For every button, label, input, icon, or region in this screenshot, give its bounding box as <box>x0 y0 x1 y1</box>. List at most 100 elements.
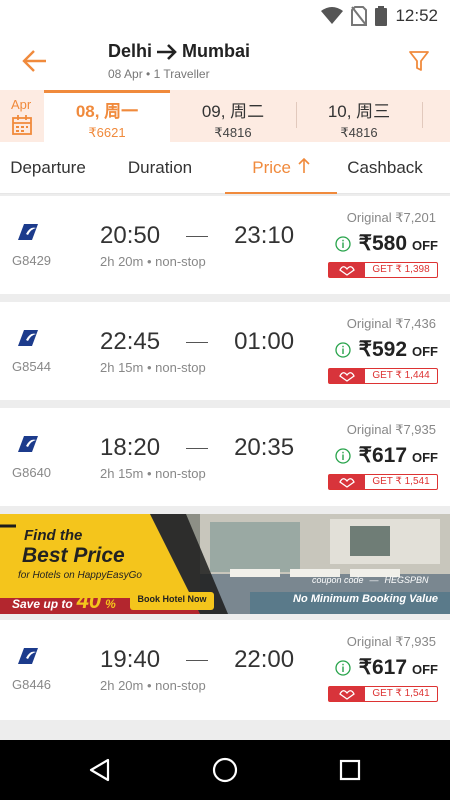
save-percent-sign: % <box>105 597 116 611</box>
flight-number: G8446 <box>12 677 52 692</box>
discounted-price: ₹617 <box>358 444 407 467</box>
info-icon[interactable] <box>334 342 351 358</box>
cashback-text: GET ₹ 1,541 <box>372 476 430 487</box>
flight-duration: 2h 15m • non-stop <box>100 466 206 481</box>
wifi-icon <box>321 7 344 24</box>
date-price: ₹4816 <box>214 125 252 140</box>
flight-times: 22:45 01:00 <box>100 328 294 356</box>
discounted-price: ₹580 <box>358 232 407 255</box>
departure-time: 19:40 <box>100 646 161 673</box>
flight-duration: 2h 20m • non-stop <box>100 254 206 269</box>
arrival-time: 22:00 <box>234 646 295 673</box>
battery-icon <box>375 6 388 26</box>
price-row: ₹617 OFF <box>334 443 438 468</box>
system-nav-bar <box>0 740 450 800</box>
sort-tab-cashback[interactable]: Cashback <box>340 142 430 194</box>
arrival-time: 01:00 <box>234 328 295 355</box>
original-price: Original ₹7,436 <box>346 316 436 331</box>
arrow-right-icon <box>157 43 177 60</box>
banner-save-text: Save up to 40 % <box>12 588 116 613</box>
save-percent: 40 <box>76 588 102 613</box>
clock: 12:52 <box>395 6 438 25</box>
flight-duration: 2h 15m • non-stop <box>100 360 206 375</box>
arrival-time: 23:10 <box>234 222 295 249</box>
destination-city: Mumbai <box>182 41 251 61</box>
off-label: OFF <box>412 344 438 359</box>
cashback-badge: GET ₹ 1,398 <box>328 262 438 278</box>
time-separator <box>186 659 209 661</box>
banner-subtext: for Hotels on HappyEasyGo <box>18 570 142 581</box>
gift-icon <box>329 687 365 701</box>
flight-times: 18:20 20:35 <box>100 434 294 462</box>
date-selector: Apr 08, 周一 ₹6621 09, 周二 ₹4816 10, 周三 ₹48… <box>0 90 450 142</box>
coupon-separator: — <box>369 575 379 585</box>
sort-label: Cashback <box>347 158 423 177</box>
date-tab-10[interactable]: 10, 周三 ₹4816 <box>296 90 422 142</box>
airline-logo-icon <box>18 224 38 240</box>
flight-times: 19:40 22:00 <box>100 646 294 674</box>
discounted-price: ₹617 <box>358 656 407 679</box>
back-nav-icon[interactable] <box>88 758 112 782</box>
date-tab-09[interactable]: 09, 周二 ₹4816 <box>170 90 296 142</box>
airline-logo-icon <box>18 330 38 346</box>
sort-label: Departure <box>10 158 86 177</box>
banner-headline: Best Price <box>22 544 125 567</box>
info-icon[interactable] <box>334 448 351 464</box>
sort-tab-duration[interactable]: Duration <box>112 142 208 194</box>
coupon-code: HEGSPBN <box>384 575 429 585</box>
flight-card[interactable]: G8640 18:20 20:35 2h 15m • non-stop Orig… <box>0 408 450 506</box>
cashback-text: GET ₹ 1,398 <box>372 264 430 275</box>
gift-icon <box>329 369 365 383</box>
off-label: OFF <box>412 450 438 465</box>
original-price: Original ₹7,935 <box>346 422 436 437</box>
date-label: 10, 周三 <box>327 102 391 121</box>
calendar-icon <box>12 115 32 135</box>
sort-ascending-icon <box>298 157 310 173</box>
flight-card[interactable]: G8429 20:50 23:10 2h 20m • non-stop Orig… <box>0 196 450 294</box>
time-separator <box>186 447 209 449</box>
flight-number: G8429 <box>12 253 52 268</box>
date-price: ₹6621 <box>88 125 126 140</box>
book-hotel-button[interactable]: Book Hotel Now <box>130 594 214 604</box>
active-tab-indicator <box>225 192 337 194</box>
flight-card[interactable]: G8544 22:45 01:00 2h 15m • non-stop Orig… <box>0 302 450 400</box>
recents-nav-icon[interactable] <box>339 759 361 781</box>
airline-logo-icon <box>18 648 38 664</box>
hotel-promo-banner[interactable]: Find the Best Price for Hotels on HappyE… <box>0 514 450 614</box>
date-label: 09, 周二 <box>201 102 265 121</box>
flight-card[interactable]: G8446 19:40 22:00 2h 20m • non-stop Orig… <box>0 620 450 720</box>
date-tab-08[interactable]: 08, 周一 ₹6621 <box>44 90 170 142</box>
status-bar: 12:52 <box>0 0 450 32</box>
home-nav-icon[interactable] <box>212 757 238 783</box>
time-separator <box>186 235 209 237</box>
sort-tab-price[interactable]: Price <box>225 142 337 194</box>
departure-time: 20:50 <box>100 222 161 249</box>
banner-tagline: No Minimum Booking Value <box>293 593 439 605</box>
sort-label: Duration <box>127 158 193 177</box>
cashback-badge: GET ₹ 1,444 <box>328 368 438 384</box>
gift-icon <box>329 475 365 489</box>
date-price: ₹4816 <box>340 125 378 140</box>
filter-icon[interactable] <box>408 49 430 73</box>
trip-summary: 08 Apr • 1 Traveller <box>108 67 210 81</box>
arrival-time: 20:35 <box>234 434 295 461</box>
coupon-row: coupon code — HEGSPBN <box>312 575 429 585</box>
price-row: ₹592 OFF <box>334 337 438 362</box>
save-label: Save up to <box>12 597 73 611</box>
date-label: 08, 周一 <box>75 102 139 121</box>
flight-times: 20:50 23:10 <box>100 222 294 250</box>
original-price: Original ₹7,935 <box>346 634 436 649</box>
divider <box>422 102 423 128</box>
off-label: OFF <box>412 662 438 677</box>
calendar-button[interactable]: Apr <box>0 90 44 142</box>
sort-bar: Departure Duration Price Cashback <box>0 142 450 194</box>
info-icon[interactable] <box>334 236 351 252</box>
route-title: Delhi Mumbai <box>108 41 250 62</box>
cashback-text: GET ₹ 1,541 <box>372 688 430 699</box>
info-icon[interactable] <box>334 660 351 676</box>
back-arrow-icon[interactable] <box>22 48 48 74</box>
discounted-price: ₹592 <box>358 338 407 361</box>
sort-tab-departure[interactable]: Departure <box>0 142 96 194</box>
sort-label: Price <box>252 158 291 177</box>
time-separator <box>186 341 209 343</box>
